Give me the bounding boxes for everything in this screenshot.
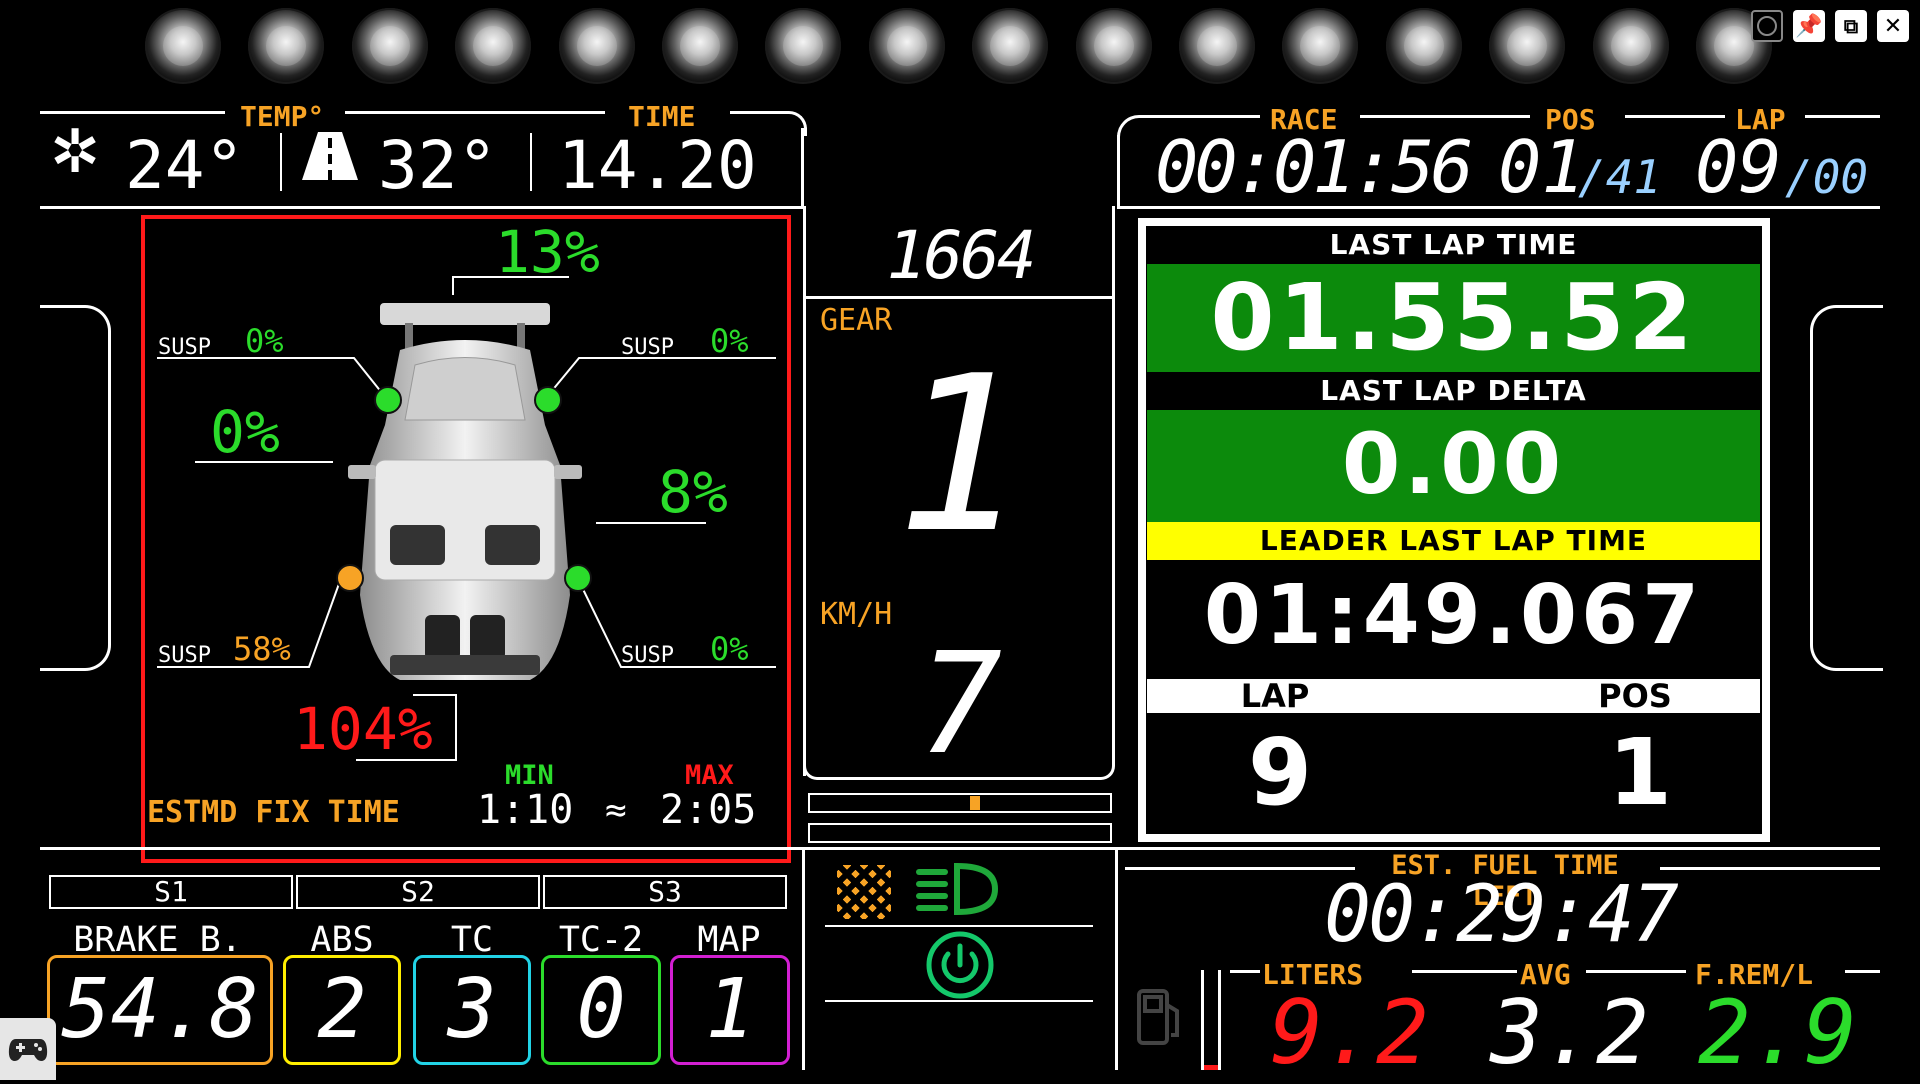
rpm-led [1179,8,1255,84]
sector-1: S1 [49,875,293,909]
rpm-led [972,8,1049,84]
rpm-led [455,8,532,84]
fuel-pump-icon [1133,985,1185,1047]
sector-3: S3 [543,875,787,909]
sector-2: S2 [296,875,540,909]
front-pct: 104% [293,695,433,763]
leader-label: LEADER LAST LAP TIME [1147,522,1760,560]
wheel-fl-dot [374,386,402,414]
wheel-rl-dot [336,564,364,592]
susp-rr-value: 0% [710,630,749,668]
panel-pos-label: POS [1598,677,1672,715]
last-lap-label: LAST LAP TIME [1329,228,1578,261]
gamepad-icon[interactable] [0,1018,56,1080]
rpm-led [1385,8,1462,84]
susp-fl-label: SUSP [158,335,211,360]
rpm-led [558,8,635,84]
rpm-led [1592,8,1669,84]
road-icon [300,130,360,182]
tc-value: 3 [413,955,531,1065]
susp-rl-value: 58% [233,630,291,668]
brake-bias-label: BRAKE B. [73,920,242,960]
rpm-bar-bottom [808,823,1112,843]
susp-rr-label: SUSP [621,643,674,668]
pin-icon[interactable]: 📌 [1793,10,1825,42]
left-pct: 0% [210,398,280,466]
approx-sign: ≈ [605,790,627,831]
lap-total: /00 [1785,150,1869,204]
left-bracket [40,305,111,671]
position-total: /41 [1578,150,1662,204]
rpm-led [1075,8,1152,84]
fix-min-time: 1:10 [477,787,574,833]
tc-label: TC [450,920,494,960]
estmd-fix-label: ESTMD FIX TIME [147,795,400,830]
delta-label: LAST LAP DELTA [1320,374,1587,407]
power-icon[interactable] [925,930,995,1000]
abs-label: ABS [310,920,374,960]
brake-bias-value: 54.8 [47,955,273,1065]
headlights-icon [915,858,1000,920]
close-icon[interactable]: ✕ [1877,10,1909,42]
panel-lap-value: 9 [1247,719,1312,826]
map-value: 1 [670,955,790,1065]
avg-value: 3.2 [1490,981,1649,1084]
temp-label: TEMP° [240,100,325,133]
tc2-label: TC-2 [558,920,644,960]
panel-pos-value: 1 [1607,719,1672,826]
map-label: MAP [697,920,761,960]
session-time-value: 14.20 [558,127,757,204]
popout-icon[interactable]: ⧉ [1835,10,1867,42]
panel-lap-label: LAP [1240,677,1310,715]
fix-max-time: 2:05 [660,787,757,833]
rpm-led [351,8,428,84]
race-time-value: 00:01:56 [1155,125,1474,209]
susp-rl-label: SUSP [158,643,211,668]
record-icon[interactable] [1751,10,1783,42]
rpm-led [1489,8,1566,84]
rpm-led [145,8,221,84]
air-temp-value: 24° [125,127,245,204]
wheel-fr-dot [534,386,562,414]
rpm-led [868,8,945,84]
speed-label: KM/H [820,597,893,632]
rpm-led [765,8,842,84]
wing-pct: 13% [495,218,600,286]
liters-value: 9.2 [1270,981,1429,1084]
delta-value: 0.00 [1147,410,1760,522]
fuel-time-value: 00:29:47 [1324,870,1679,960]
susp-fr-value: 0% [710,322,749,360]
rpm-value: 1664 [886,217,1037,294]
track-temp-value: 32° [378,127,498,204]
wheel-rr-dot [564,564,592,592]
last-lap-value: 01.55.52 [1147,264,1760,372]
susp-fr-label: SUSP [621,335,674,360]
position-value: 01 [1498,125,1585,209]
gear-value: 1 [895,329,1025,580]
tc2-value: 0 [541,955,661,1065]
rpm-led [248,8,325,84]
abs-value: 2 [283,955,401,1065]
checkered-flag-icon [834,862,894,922]
leader-time: 01:49.067 [1203,568,1704,663]
right-bracket [1810,305,1883,671]
gear-label: GEAR [820,303,893,338]
air-temp-icon: ✲ [50,117,101,187]
fuel-level-gauge [1201,970,1221,1070]
rpm-bar-top [808,793,1112,813]
rpm-led [1282,8,1359,84]
frem-value: 2.9 [1698,981,1857,1084]
susp-fl-value: 0% [245,322,284,360]
lap-value: 09 [1695,125,1782,209]
right-pct: 8% [658,458,728,526]
rpm-led [662,8,738,84]
